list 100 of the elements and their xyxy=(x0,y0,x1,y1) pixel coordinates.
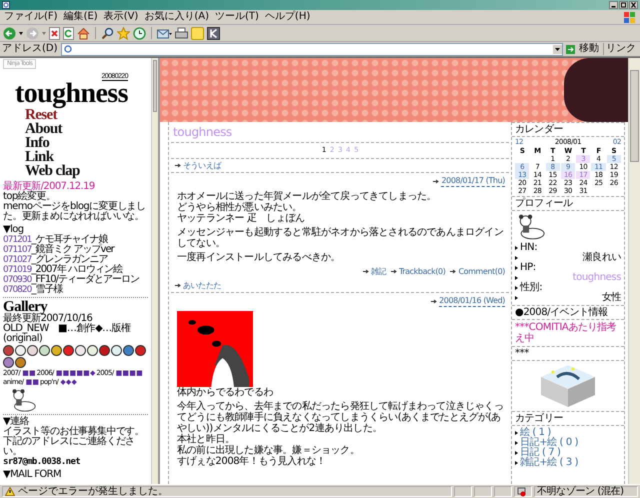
profile-value: 女性 xyxy=(602,293,621,303)
bullet-icon xyxy=(515,246,518,250)
bullet-icon xyxy=(515,296,518,300)
artwork-heading: *** xyxy=(512,346,624,361)
log-date-link[interactable]: 070930 xyxy=(3,275,32,285)
log-date-link[interactable]: 071019 xyxy=(3,265,32,275)
mail-icon[interactable] xyxy=(157,26,172,40)
post-footer-link[interactable]: Comment(0) xyxy=(458,266,505,277)
back-icon[interactable] xyxy=(3,26,16,40)
isometric-room-drawing xyxy=(539,363,597,409)
nav-link[interactable]: Reset xyxy=(25,108,57,122)
log-heading: ▼log xyxy=(3,225,25,235)
maximize-button[interactable] xyxy=(619,1,628,9)
arrow-icon xyxy=(175,163,181,168)
gallery-thumbnail[interactable] xyxy=(27,345,38,356)
home-icon[interactable] xyxy=(77,26,90,40)
category-heading: カテゴリー xyxy=(512,411,624,426)
post-date[interactable]: 2008/01/17 (Thu) xyxy=(441,175,505,187)
profile-label: HN: xyxy=(520,243,538,253)
category-link[interactable]: 雑記+絵 ( 3 ) xyxy=(520,458,578,468)
arrow-icon xyxy=(433,178,440,184)
arrow-icon xyxy=(431,298,438,304)
post-title[interactable]: そういえば xyxy=(183,160,222,171)
gallery-thumbnail[interactable] xyxy=(51,345,62,356)
dropdown-caret-icon[interactable] xyxy=(19,32,23,34)
close-button[interactable] xyxy=(629,1,638,9)
log-date-link[interactable]: 071107 xyxy=(3,245,32,255)
go-button[interactable]: 移動 xyxy=(578,43,600,55)
update-text: top絵変更。 xyxy=(3,192,56,202)
dropdown-button[interactable] xyxy=(553,44,562,54)
menu-item[interactable]: お気に入り(A) xyxy=(144,11,209,23)
gallery-thumbnail[interactable] xyxy=(75,345,86,356)
history-icon[interactable] xyxy=(133,26,146,40)
nav-link[interactable]: Link xyxy=(25,150,54,164)
log-title: _グレンラガンニア xyxy=(31,255,108,265)
scrollbar[interactable] xyxy=(151,58,158,484)
menu-item[interactable]: 表示(V) xyxy=(104,11,138,23)
log-title: _雪子様 xyxy=(31,285,62,295)
category-link[interactable]: 日記+絵 ( 0 ) xyxy=(520,438,578,448)
gallery-thumbnail[interactable] xyxy=(99,345,110,356)
warning-icon xyxy=(5,487,15,496)
stop-icon[interactable] xyxy=(49,26,60,40)
page-icon xyxy=(64,45,72,53)
nav-link[interactable]: Web clap xyxy=(25,164,80,178)
go-arrow-icon[interactable] xyxy=(566,44,575,54)
search-icon[interactable] xyxy=(101,26,114,40)
refresh-icon[interactable] xyxy=(63,26,74,40)
gallery-thumbnail[interactable] xyxy=(123,345,134,356)
post-text: ヤッテランネー 疋 しょぼん xyxy=(177,213,306,224)
nav-link[interactable]: About xyxy=(25,122,62,136)
k-icon[interactable] xyxy=(207,26,220,40)
gallery-thumbnail[interactable] xyxy=(135,345,146,356)
post-text: 今年入ってから、去年までの私だったら発狂して転げまわって泣きじゃくってどうにも教師陣手に負えなくなってしまうくらい(あくまでたとえグが(あやしい))メンタルにくることが2連あり出した。 xyxy=(177,401,504,434)
nav-link[interactable]: Info xyxy=(25,136,50,150)
address-label: アドレス(D) xyxy=(2,43,58,55)
gallery-thumbnail[interactable] xyxy=(3,357,14,368)
post-footer-link[interactable]: 雑記 xyxy=(370,266,386,277)
contact-text: 下記のアドレスにご連絡ください。 xyxy=(3,437,136,457)
gallery-thumbnail[interactable] xyxy=(111,345,122,356)
gallery-thumbnail[interactable] xyxy=(3,345,14,356)
site-logo[interactable]: toughness xyxy=(15,81,128,107)
menu-item[interactable]: ツール(T) xyxy=(215,11,259,23)
log-title: _鏡音ミク アップver xyxy=(31,245,114,255)
category-link[interactable]: 日記 ( 7 ) xyxy=(520,448,561,458)
menu-item[interactable]: ヘルプ(H) xyxy=(264,11,310,23)
log-date-link[interactable]: 071027 xyxy=(3,255,32,265)
log-date-link[interactable]: 070820 xyxy=(3,285,32,295)
post-text: すげぇな2008年！もう見入れな！ xyxy=(177,456,327,467)
arrow-icon xyxy=(390,269,397,274)
event-text: ***COMITIAあたり指考え中 xyxy=(515,322,618,344)
log-date-link[interactable]: 071201 xyxy=(3,235,32,245)
post-footer-link[interactable]: Trackback(0) xyxy=(398,266,446,277)
address-field[interactable] xyxy=(60,42,563,56)
post-text: どうやら相性が悪いみたい。 xyxy=(177,202,303,213)
star-icon[interactable] xyxy=(117,26,130,40)
image-caption: 体内からでるわでるわ xyxy=(177,387,274,398)
post-date[interactable]: 2008/01/16 (Wed) xyxy=(439,295,505,307)
menu-item[interactable]: 編集(E) xyxy=(64,11,98,23)
update-heading: 最新更新/2007.12.19 xyxy=(3,182,96,192)
minimize-button[interactable] xyxy=(609,1,618,9)
bullet-icon xyxy=(515,451,518,455)
windows-logo-icon xyxy=(622,12,636,22)
scrollbar[interactable] xyxy=(628,58,640,484)
bullet-icon xyxy=(515,441,518,445)
gallery-thumbnail[interactable] xyxy=(87,345,98,356)
gallery-thumbnail[interactable] xyxy=(39,345,50,356)
gallery-thumbnail[interactable] xyxy=(63,345,74,356)
security-zone: 不明なゾーン (混在) xyxy=(537,486,624,497)
menu-item[interactable]: ファイル(F) xyxy=(4,11,58,23)
links-button[interactable]: リンク xyxy=(603,43,638,55)
profile-label: 性別: xyxy=(520,283,542,293)
printer-icon[interactable] xyxy=(175,26,188,40)
gallery-thumbnail[interactable] xyxy=(15,345,26,356)
gallery-heading: Gallery xyxy=(3,300,48,314)
category-link[interactable]: 絵 ( 1 ) xyxy=(520,428,551,438)
post-title[interactable]: あいたたた xyxy=(183,280,222,291)
profile-value: 瀬良れい xyxy=(582,253,621,263)
gallery-thumbnail[interactable] xyxy=(15,357,26,368)
post-text: メッセンジャーも起動すると常駐がネオから落とされるのであんまログインしてない。 xyxy=(177,227,504,249)
bullet-icon xyxy=(515,266,518,270)
